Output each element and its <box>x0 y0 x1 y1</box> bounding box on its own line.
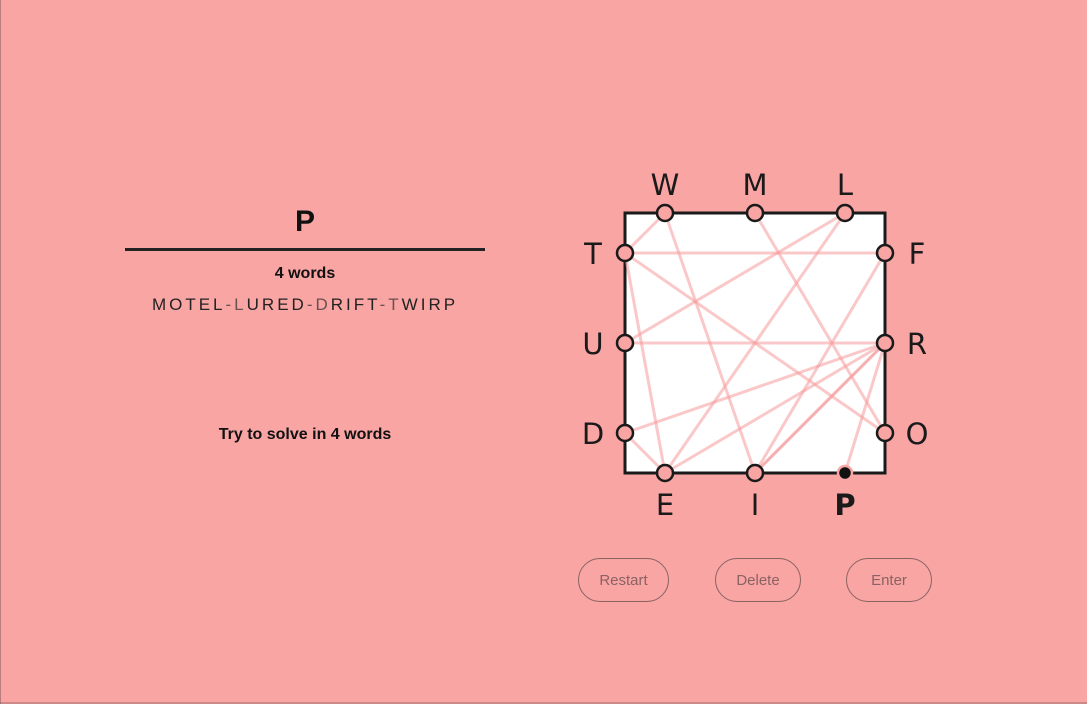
letter-node-w[interactable] <box>655 203 675 223</box>
letter-node-o[interactable] <box>875 423 895 443</box>
solution-part: WIRP <box>401 295 459 314</box>
letter-label-l[interactable]: L <box>837 168 853 202</box>
letter-node-l[interactable] <box>835 203 855 223</box>
letter-node-f[interactable] <box>875 243 895 263</box>
letter-label-e[interactable]: E <box>656 488 674 522</box>
letter-node-i[interactable] <box>745 463 765 483</box>
letter-label-f[interactable]: F <box>909 237 926 271</box>
letter-label-o[interactable]: O <box>906 417 929 451</box>
letter-boxed-board: W M L E I P T U D F R O <box>582 168 929 522</box>
letter-label-w[interactable]: W <box>651 168 680 202</box>
letter-node-m[interactable] <box>745 203 765 223</box>
letter-node-p[interactable] <box>836 464 854 482</box>
letter-label-t[interactable]: T <box>583 237 602 271</box>
letter-label-m[interactable]: M <box>742 168 767 202</box>
solution-part: T <box>388 295 402 314</box>
enter-button[interactable]: Enter <box>846 558 932 602</box>
letter-label-i[interactable]: I <box>751 488 760 522</box>
delete-button[interactable]: Delete <box>715 558 801 602</box>
letter-node-r[interactable] <box>875 333 895 353</box>
letter-label-d[interactable]: D <box>582 417 604 451</box>
solution-part: - <box>379 295 389 314</box>
solution-words: MOTEL-LURED-DRIFT-TWIRP <box>125 295 485 315</box>
solution-part: MOTEL <box>151 295 226 314</box>
goal-text: Try to solve in 4 words <box>218 426 392 443</box>
solution-part: L <box>234 295 247 314</box>
letter-label-u[interactable]: U <box>582 327 603 361</box>
window-left-edge <box>0 0 1 704</box>
letter-node-t[interactable] <box>615 243 635 263</box>
letter-node-u[interactable] <box>615 333 635 353</box>
solution-part: URED <box>246 295 307 314</box>
current-word: P <box>294 205 315 238</box>
letter-node-e[interactable] <box>655 463 675 483</box>
letter-label-p[interactable]: P <box>834 488 855 522</box>
current-word-underline <box>125 248 485 251</box>
solution-part: RIFT <box>330 295 380 314</box>
solution-part: - <box>225 295 235 314</box>
letter-node-d[interactable] <box>615 423 635 443</box>
word-panel: P 4 words MOTEL-LURED-DRIFT-TWIRP <box>125 200 485 315</box>
solution-part: D <box>315 295 331 314</box>
word-count-label: 4 words <box>274 265 336 282</box>
letter-label-r[interactable]: R <box>907 327 927 361</box>
restart-button[interactable]: Restart <box>578 558 669 602</box>
